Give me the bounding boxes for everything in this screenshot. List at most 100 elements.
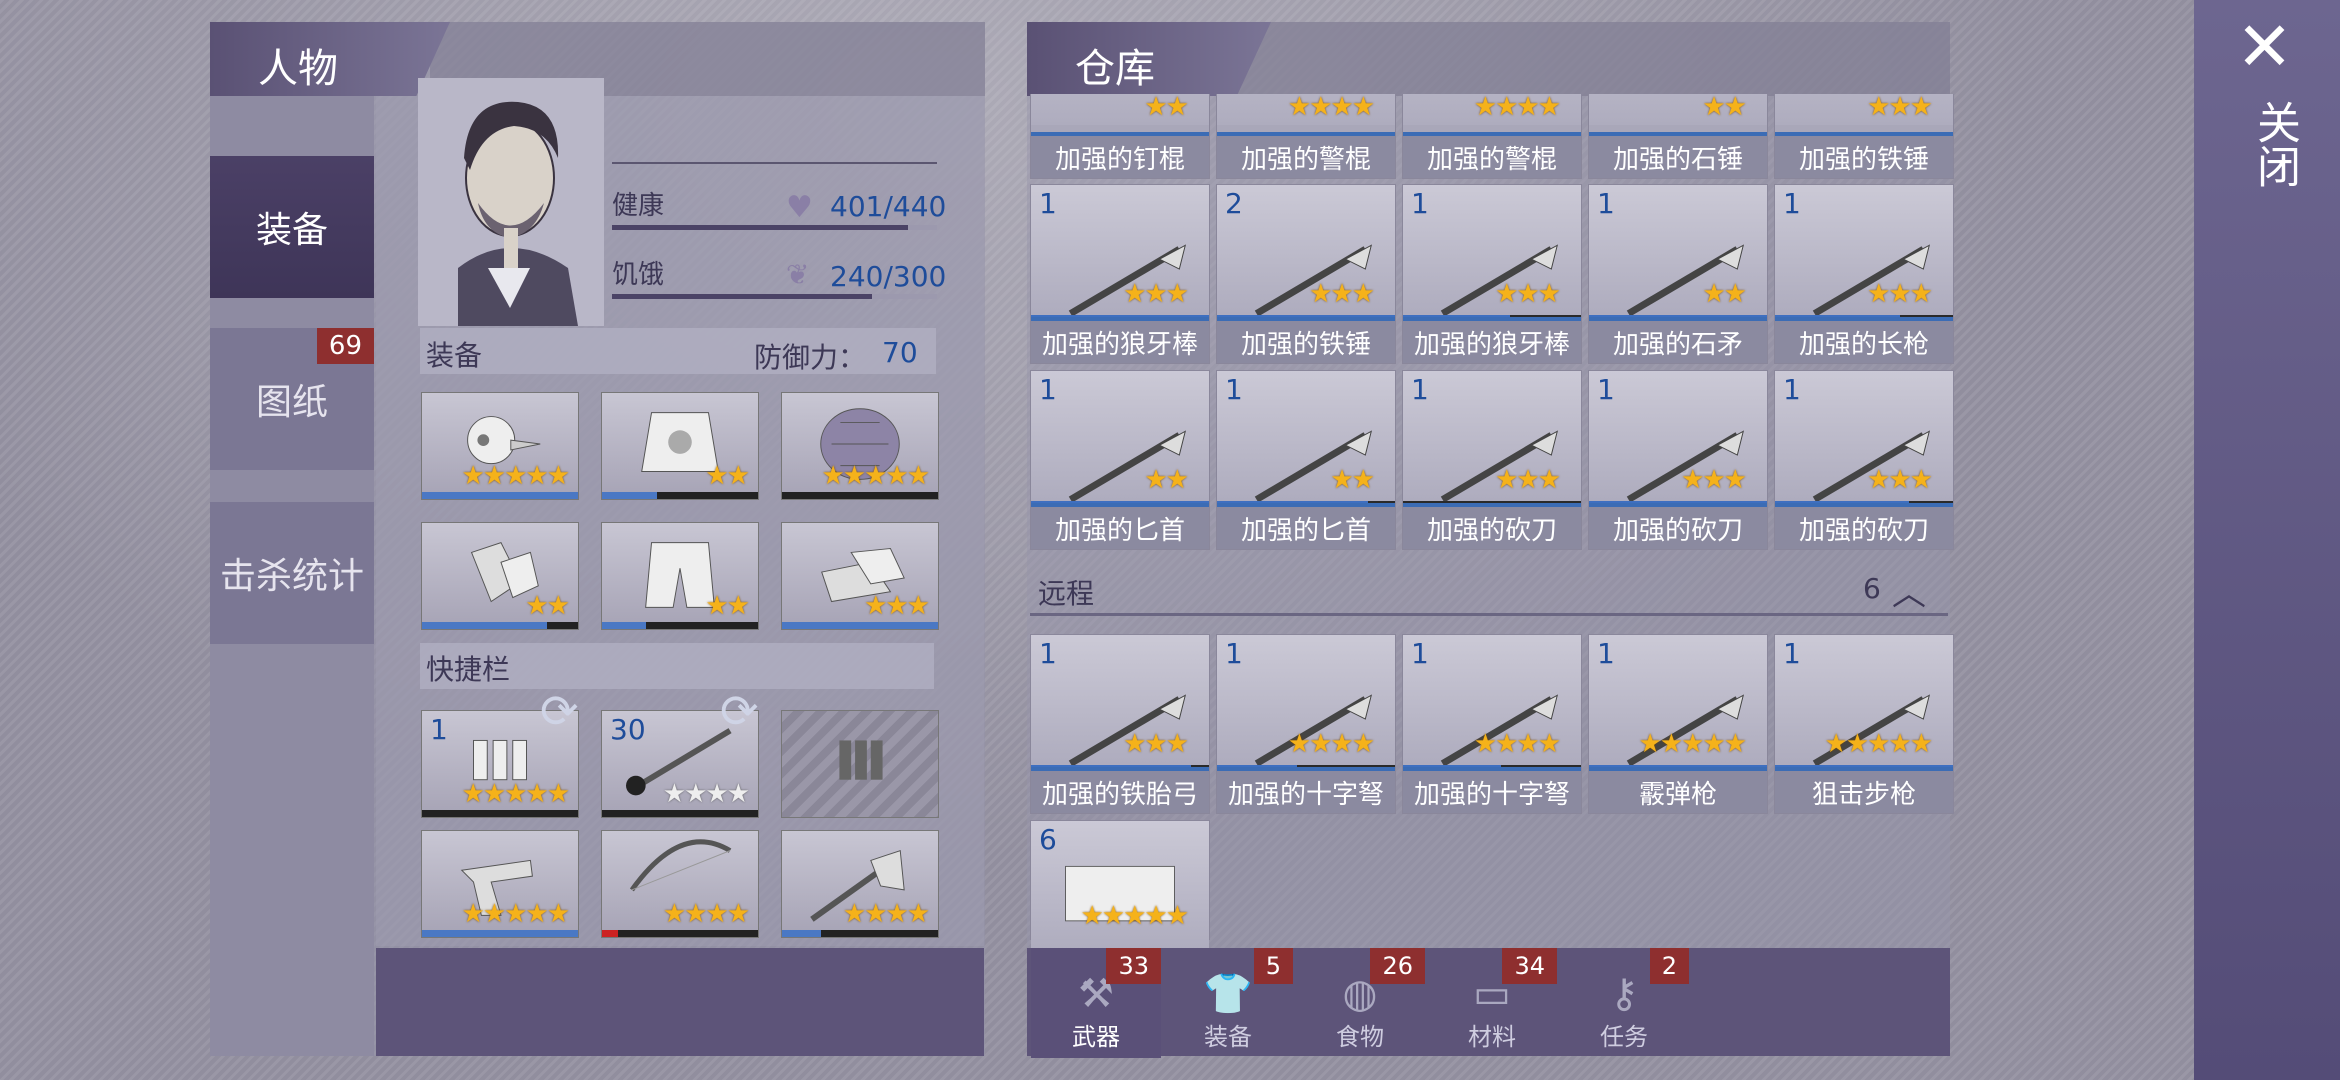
swap-icon[interactable]: ⟳ [540, 684, 579, 738]
character-portrait [418, 78, 604, 326]
category-label: 装备 [1204, 1023, 1252, 1051]
tab-kill-stats[interactable]: 击杀统计 [210, 502, 374, 644]
item-stars: ★★★★ [1473, 729, 1561, 759]
equipment-slot[interactable]: ★★ [421, 522, 579, 630]
durability-bar [782, 930, 938, 937]
item-name: 加强的砍刀 [1589, 503, 1767, 549]
warehouse-item[interactable]: 1 ★★★★ 加强的十字弩 [1402, 634, 1582, 814]
warehouse-item[interactable]: 1 ★★★ 加强的砍刀 [1588, 370, 1768, 550]
item-count: 1 [1783, 187, 1801, 220]
item-name: 加强的狼牙棒 [1403, 317, 1581, 363]
defense-label: 防御力： [754, 341, 867, 374]
item-name: 加强的警棍 [1403, 132, 1581, 178]
close-icon[interactable]: ✕ [2236, 14, 2293, 82]
equipment-slot[interactable]: ★★★★★ [421, 392, 579, 500]
close-label[interactable]: 关闭 [2242, 100, 2306, 188]
item-name: 加强的匕首 [1031, 503, 1209, 549]
warehouse-item[interactable]: 1 ★★★ 加强的狼牙棒 [1402, 184, 1582, 364]
item-stars: ★★★★ [662, 779, 750, 809]
equipment-slot[interactable]: ★★ [601, 522, 759, 630]
warehouse-item[interactable]: 1 ★★★ 加强的砍刀 [1402, 370, 1582, 550]
ranged-label: 远程 [1038, 577, 1095, 610]
item-name: 加强的警棍 [1217, 132, 1395, 178]
item-name: 加强的铁锤 [1775, 132, 1953, 178]
category-label: 任务 [1600, 1023, 1648, 1051]
equipment-slot[interactable]: ★★★ [781, 522, 939, 630]
item-stars: ★★★★★ [461, 461, 570, 491]
category-badge: 34 [1502, 948, 1557, 984]
warehouse-item[interactable]: 1 ★★★ 加强的铁胎弓 [1030, 634, 1210, 814]
quickbar-slot[interactable]: ★★★★★ [421, 830, 579, 938]
item-stars: ★★★ [864, 591, 930, 621]
category-tab[interactable]: ⚷ 任务 2 [1559, 948, 1689, 1058]
tab-blueprints-label: 图纸 [255, 382, 328, 423]
item-name: 加强的石锤 [1589, 132, 1767, 178]
item-count: 1 [1783, 637, 1801, 670]
item-stars: ★★★★★ [1824, 729, 1933, 759]
item-stars: ★★★★★ [821, 461, 930, 491]
item-stars: ★★ [1702, 279, 1747, 309]
item-stars: ★★★★ [842, 899, 930, 929]
item-count: 1 [1597, 637, 1615, 670]
item-stars: ★★★ [1867, 279, 1933, 309]
category-badge: 33 [1106, 948, 1161, 984]
warehouse-item[interactable]: 1 ★★★★★ 霰弹枪 [1588, 634, 1768, 814]
ranged-header[interactable] [1030, 566, 1948, 616]
category-badge: 2 [1649, 948, 1689, 984]
item-stars: ★★ [525, 591, 570, 621]
item-stars: ★★★ [1495, 279, 1561, 309]
warehouse-item[interactable]: 1 ★★★ 加强的长枪 [1774, 184, 1954, 364]
quickbar-slot[interactable]: ★★★★ [601, 830, 759, 938]
quickbar-slot[interactable]: ★★★★ [781, 830, 939, 938]
durability-bar [422, 810, 578, 817]
category-tab[interactable]: ▭ 材料 34 [1427, 948, 1557, 1058]
category-tab[interactable]: ⚒ 武器 33 [1031, 948, 1161, 1058]
category-tab[interactable]: ◍ 食物 26 [1295, 948, 1425, 1058]
category-badge: 26 [1370, 948, 1425, 984]
item-count: 1 [1597, 187, 1615, 220]
warehouse-item[interactable]: 1 ★★★★ 加强的十字弩 [1216, 634, 1396, 814]
warehouse-item[interactable]: 1 ★★★ 加强的狼牙棒 [1030, 184, 1210, 364]
stomach-icon: ❦ [786, 258, 810, 291]
item-stars: ★★★ [1495, 465, 1561, 495]
warehouse-item[interactable]: 1 ★★ 加强的石矛 [1588, 184, 1768, 364]
quickbar-slot[interactable] [781, 710, 939, 818]
equipment-slot[interactable]: ★★ [601, 392, 759, 500]
item-stars: ★★★★ [1287, 729, 1375, 759]
category-label: 武器 [1072, 1023, 1120, 1051]
collapse-chevron-icon[interactable]: ︿ [1892, 566, 1926, 615]
tab-equipment[interactable]: 装备 [210, 156, 374, 298]
item-stars: ★★★ [1681, 465, 1747, 495]
item-name: 加强的十字弩 [1403, 767, 1581, 813]
item-count: 1 [1783, 373, 1801, 406]
item-stars: ★★ [1144, 92, 1189, 122]
item-name: 加强的石矛 [1589, 317, 1767, 363]
swap-icon[interactable]: ⟳ [720, 684, 759, 738]
warehouse-item[interactable]: 1 ★★★ 加强的砍刀 [1774, 370, 1954, 550]
stats-divider [612, 162, 937, 164]
item-stars: ★★★★ [1473, 92, 1561, 122]
item-stars: ★★ [705, 461, 750, 491]
equipment-slot[interactable]: ★★★★★ [781, 392, 939, 500]
item-name: 加强的铁锤 [1217, 317, 1395, 363]
item-stars: ★★★★★ [461, 779, 570, 809]
hunger-label: 饥饿 [612, 260, 665, 290]
item-name: 加强的砍刀 [1775, 503, 1953, 549]
tab-blueprints[interactable]: 图纸 69 [210, 328, 374, 470]
category-tab[interactable]: 👕 装备 5 [1163, 948, 1293, 1058]
category-icon: ⚷ [1609, 971, 1639, 1017]
close-sidebar[interactable]: ✕ 关闭 [2194, 0, 2340, 1080]
item-name: 加强的铁胎弓 [1031, 767, 1209, 813]
warehouse-item[interactable]: 1 ★★ 加强的匕首 [1216, 370, 1396, 550]
durability-bar [782, 492, 938, 499]
hunger-value: 240/300 [830, 260, 947, 293]
locked-slot-icon [839, 740, 883, 780]
warehouse-item[interactable]: 1 ★★ 加强的匕首 [1030, 370, 1210, 550]
warehouse-header: 仓库 [1027, 22, 1271, 96]
warehouse-item[interactable]: 2 ★★★ 加强的铁锤 [1216, 184, 1396, 364]
item-count: 1 [1225, 637, 1243, 670]
item-name: 加强的钉棍 [1031, 132, 1209, 178]
item-count: 1 [1225, 373, 1243, 406]
warehouse-item[interactable]: 6 ★★★★★ [1030, 820, 1210, 951]
warehouse-item[interactable]: 1 ★★★★★ 狙击步枪 [1774, 634, 1954, 814]
